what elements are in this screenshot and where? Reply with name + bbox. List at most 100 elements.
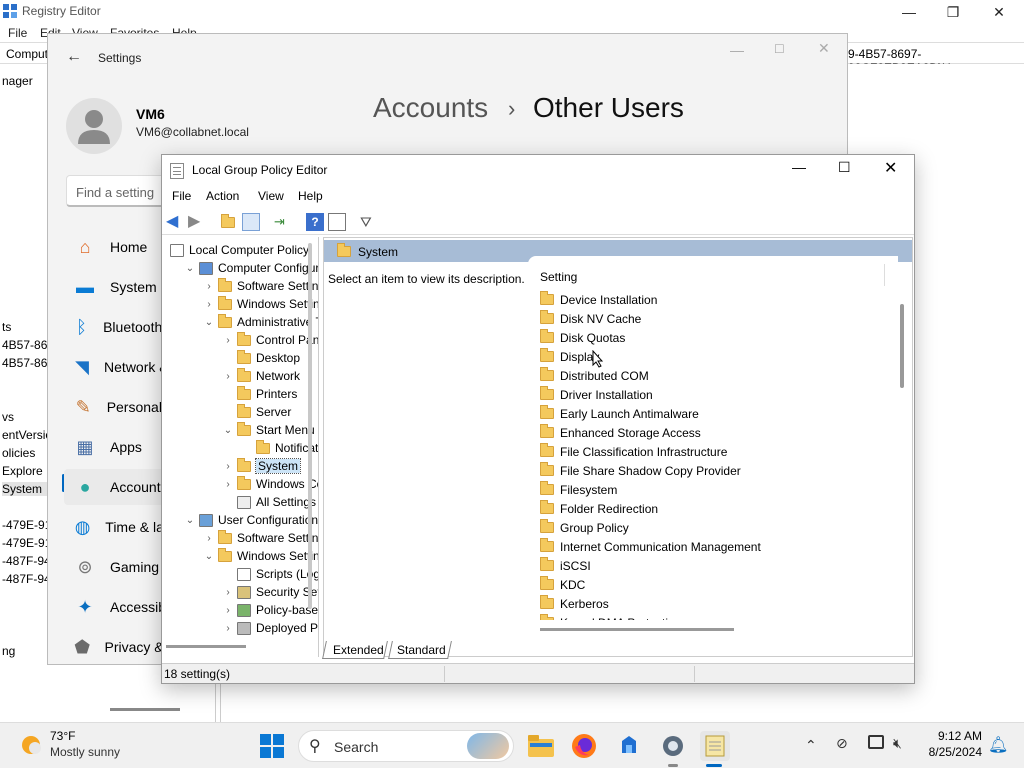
search-input[interactable]: Find a setting: [66, 175, 176, 207]
gpo-menu-file[interactable]: File: [172, 189, 191, 203]
tree-node[interactable]: ⌄ Administrative Templates: [203, 313, 318, 331]
chevron-right-icon[interactable]: ›: [222, 335, 234, 346]
settings-gear-icon[interactable]: [658, 731, 688, 761]
show-hide-tree-icon[interactable]: [242, 213, 260, 231]
list-item[interactable]: Device Installation: [538, 290, 657, 309]
registry-scrollbar[interactable]: [110, 708, 180, 711]
tree-node[interactable]: Printers: [222, 385, 297, 403]
chevron-right-icon[interactable]: ›: [203, 281, 215, 292]
list-item[interactable]: File Classification Infrastructure: [538, 442, 727, 461]
registry-tree-item[interactable]: ts: [2, 320, 11, 334]
gpo-menu-help[interactable]: Help: [298, 189, 323, 203]
list-item[interactable]: Kerberos: [538, 594, 609, 613]
tree-node[interactable]: Scripts (Logon/Logoff): [222, 565, 318, 583]
tree-node[interactable]: › System: [222, 457, 302, 475]
gpo-minimize-button[interactable]: —: [792, 159, 806, 175]
chevron-right-icon[interactable]: ›: [222, 587, 234, 598]
firefox-icon[interactable]: [569, 731, 599, 761]
list-item[interactable]: Enhanced Storage Access: [538, 423, 701, 442]
registry-tree-item[interactable]: nager: [2, 74, 33, 88]
gpo-maximize-button[interactable]: ☐: [838, 159, 851, 176]
chevron-right-icon[interactable]: ›: [222, 371, 234, 382]
list-item[interactable]: Folder Redirection: [538, 499, 658, 518]
chevron-right-icon[interactable]: ›: [222, 623, 234, 634]
list-item[interactable]: Display: [538, 347, 599, 366]
chevron-right-icon[interactable]: ›: [222, 479, 234, 490]
tree-node[interactable]: ›Security Settings: [222, 583, 318, 601]
settings-maximize-button[interactable]: ☐: [774, 42, 785, 56]
tree-node[interactable]: › Windows Settings: [203, 295, 318, 313]
registry-close-button[interactable]: ✕: [976, 0, 1022, 24]
tree-node[interactable]: ›Control Panel: [222, 331, 318, 349]
settings-minimize-button[interactable]: —: [730, 42, 744, 58]
file-explorer-icon[interactable]: [526, 731, 556, 761]
list-item[interactable]: Driver Installation: [538, 385, 653, 404]
list-item[interactable]: Internet Communication Management: [538, 537, 761, 556]
network-disconnected-icon[interactable]: ⊘: [836, 735, 848, 752]
settings-close-button[interactable]: ✕: [818, 40, 830, 57]
list-item[interactable]: KDC: [538, 575, 585, 594]
tree-node[interactable]: ›Windows Components: [222, 475, 318, 493]
registry-tree-item[interactable]: -487F-94: [2, 554, 51, 568]
tree-node[interactable]: Server: [222, 403, 291, 421]
list-vertical-scrollbar[interactable]: [900, 304, 904, 388]
display-icon[interactable]: [868, 735, 884, 749]
registry-tree-item[interactable]: -487F-94: [2, 572, 51, 586]
filter-icon[interactable]: ⛛: [360, 213, 378, 231]
list-item[interactable]: Kernel DMA Protection: [538, 613, 681, 620]
chevron-down-icon[interactable]: ⌄: [184, 515, 196, 526]
registry-maximize-button[interactable]: ❐: [930, 0, 976, 24]
up-folder-icon[interactable]: [220, 213, 238, 231]
list-item[interactable]: iSCSI: [538, 556, 591, 575]
chevron-up-icon[interactable]: ⌃: [805, 737, 817, 754]
tree-node[interactable]: › Software Settings: [203, 529, 318, 547]
list-item[interactable]: File Share Shadow Copy Provider: [538, 461, 741, 480]
gpo-close-button[interactable]: ✕: [884, 158, 897, 178]
back-arrow-icon[interactable]: ◀: [166, 213, 184, 231]
list-horizontal-scrollbar[interactable]: [540, 628, 734, 631]
tree-horizontal-scrollbar[interactable]: [166, 645, 246, 648]
help-icon[interactable]: ?: [306, 213, 324, 231]
registry-menu-file[interactable]: File: [8, 26, 27, 40]
registry-tree-item[interactable]: ng: [2, 644, 15, 658]
volume-muted-icon[interactable]: 🔇︎: [893, 735, 902, 752]
chevron-right-icon[interactable]: ›: [203, 533, 215, 544]
properties-icon[interactable]: [328, 213, 346, 231]
tree-node[interactable]: › Deployed Printers: [222, 619, 318, 637]
chevron-right-icon[interactable]: ›: [222, 461, 234, 472]
tree-node[interactable]: ⌄ Computer Configuration: [184, 259, 318, 277]
chevron-down-icon[interactable]: ⌄: [184, 263, 196, 274]
taskbar-search-box[interactable]: ⚲ Search: [298, 730, 514, 762]
registry-tree-item[interactable]: vs: [2, 410, 14, 424]
registry-tree-item[interactable]: olicies: [2, 446, 35, 460]
registry-tree-item[interactable]: System: [2, 482, 48, 496]
start-windows-icon[interactable]: [257, 731, 287, 761]
tree-node[interactable]: Desktop: [222, 349, 300, 367]
registry-tree-item[interactable]: Explore: [2, 464, 43, 478]
list-item[interactable]: Group Policy: [538, 518, 629, 537]
export-list-icon[interactable]: ⇥: [274, 213, 292, 231]
gpo-menu-action[interactable]: Action: [206, 189, 239, 203]
registry-tree-item[interactable]: entVersio: [2, 428, 52, 442]
weather-sun-icon[interactable]: [18, 732, 44, 758]
tree-node[interactable]: › Network: [222, 367, 300, 385]
registry-minimize-button[interactable]: —: [886, 0, 932, 24]
list-item[interactable]: Disk NV Cache: [538, 309, 641, 328]
notification-bell-icon[interactable]: 🔔︎: [988, 735, 1008, 755]
chevron-down-icon[interactable]: ⌄: [203, 551, 215, 562]
chevron-right-icon[interactable]: ›: [222, 605, 234, 616]
tree-node[interactable]: ⌄ User Configuration: [184, 511, 318, 529]
gpo-menu-view[interactable]: View: [258, 189, 284, 203]
chevron-down-icon[interactable]: ⌄: [203, 317, 215, 328]
forward-arrow-icon[interactable]: ▶: [188, 213, 206, 231]
back-arrow-icon[interactable]: ←: [66, 48, 82, 66]
tree-node[interactable]: All Settings: [222, 493, 316, 511]
list-item[interactable]: Disk Quotas: [538, 328, 625, 347]
gpo-tree-pane[interactable]: Local Computer Policy ⌄ Computer Configura…: [163, 237, 319, 657]
chevron-down-icon[interactable]: ⌄: [222, 425, 234, 436]
breadcrumb-parent[interactable]: Accounts: [373, 92, 488, 124]
list-item[interactable]: Filesystem: [538, 480, 617, 499]
tree-vertical-scrollbar[interactable]: [308, 243, 312, 609]
tree-node[interactable]: ⌄ Windows Settings: [203, 547, 318, 565]
tree-node[interactable]: Local Computer Policy: [165, 241, 309, 259]
